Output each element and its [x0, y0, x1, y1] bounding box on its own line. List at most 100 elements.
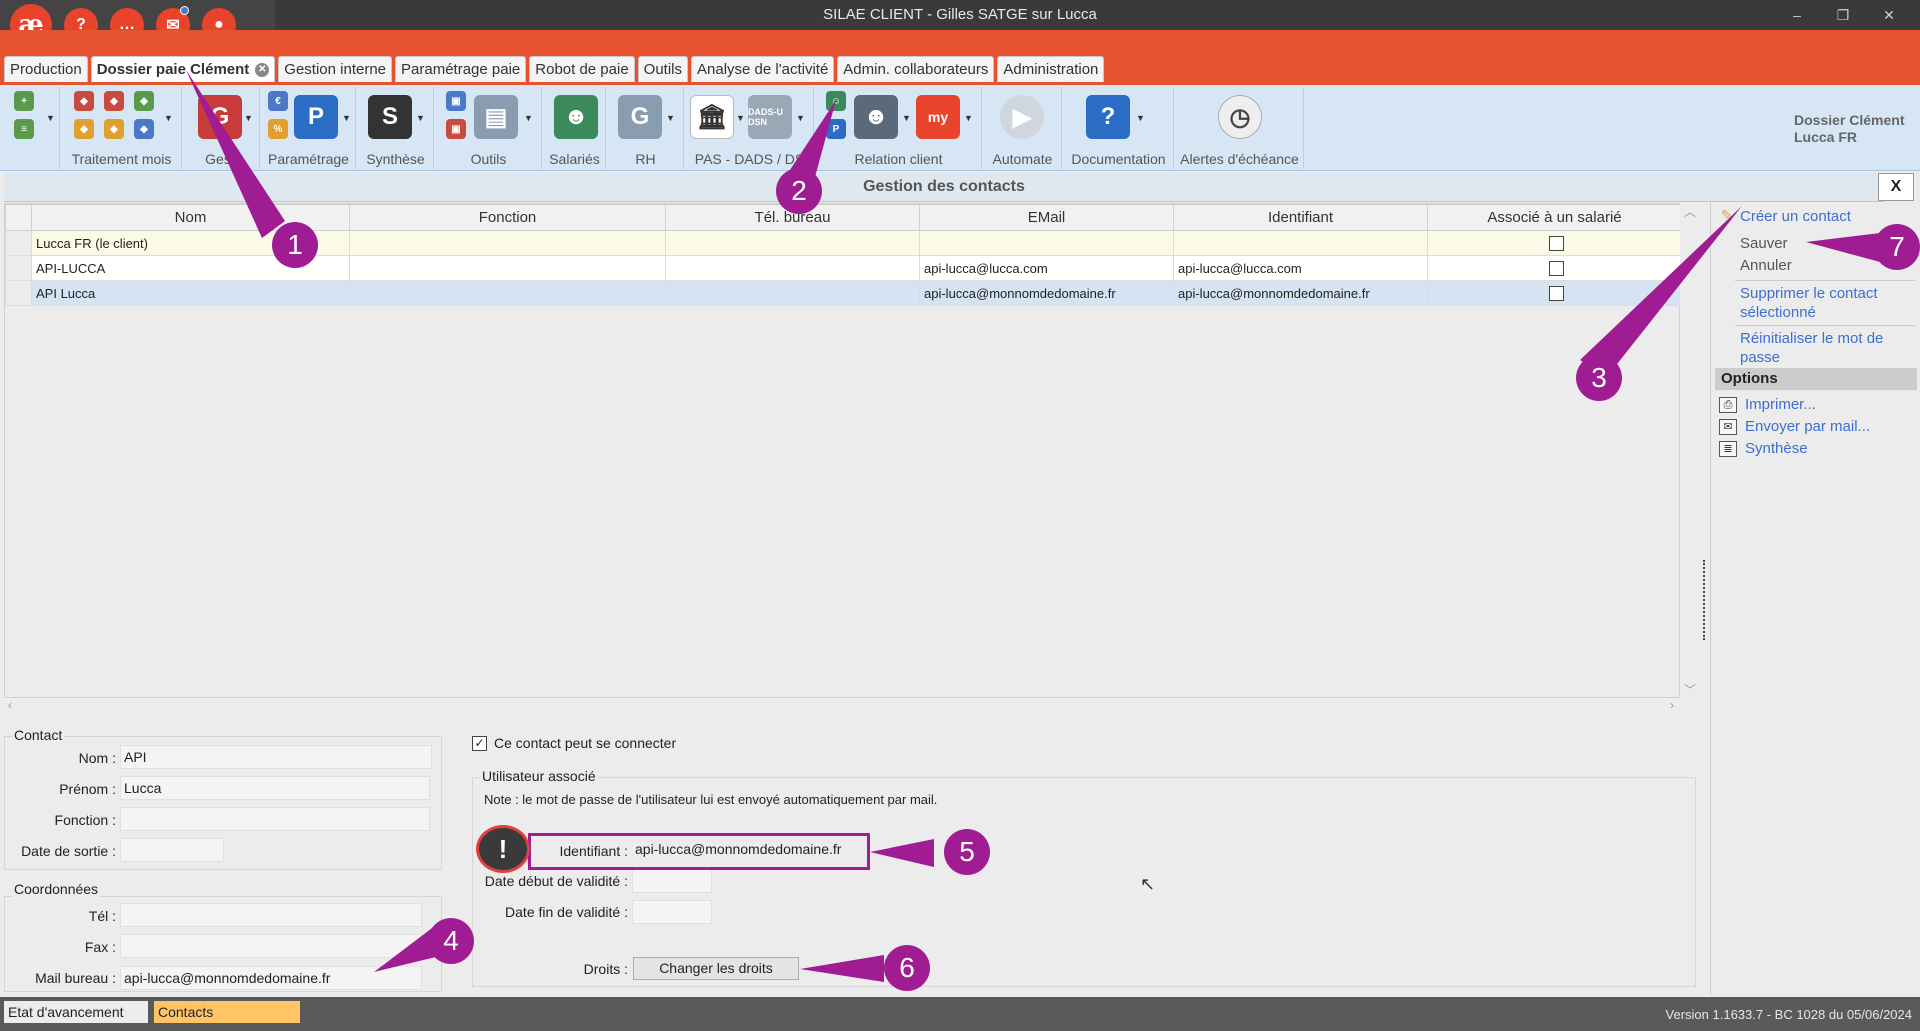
employees-icon[interactable]: ☻ [554, 95, 598, 139]
close-icon[interactable]: ✕ [1866, 2, 1912, 28]
table-row[interactable]: API Lucca api-lucca@monnomdedomaine.fr a… [5, 280, 1682, 306]
tab-gestion-interne[interactable]: Gestion interne [278, 56, 393, 82]
date-debut-field[interactable] [632, 869, 712, 893]
row-selector[interactable] [5, 255, 32, 281]
ribbon-group-label: Documentation [1071, 151, 1166, 167]
can-login-checkbox[interactable]: ✓ [472, 736, 487, 751]
play-icon[interactable]: ▶ [1000, 95, 1044, 139]
tel-field[interactable] [120, 903, 422, 927]
p-icon[interactable]: P [294, 95, 338, 139]
change-rights-button[interactable]: Changer les droits [633, 957, 799, 980]
book-icon[interactable]: ? [1086, 95, 1130, 139]
table-row[interactable]: Lucca FR (le client) [5, 230, 1682, 256]
column-header-fonction[interactable]: Fonction [349, 204, 666, 231]
tools-icon[interactable]: ▤ [474, 95, 518, 139]
column-header-associe[interactable]: Associé à un salarié [1427, 204, 1682, 231]
chevron-down-icon[interactable]: ▼ [666, 113, 675, 123]
status-tab-avancement[interactable]: Etat d'avancement [4, 1001, 148, 1023]
row-selector[interactable] [5, 280, 32, 306]
g-icon[interactable]: G [198, 95, 242, 139]
chevron-down-icon[interactable]: ▼ [524, 113, 533, 123]
hr-icon[interactable]: G [618, 95, 662, 139]
contact-icon[interactable]: ☺ [826, 91, 846, 111]
scroll-down-icon[interactable]: ﹀ [1684, 681, 1696, 698]
create-contact-link[interactable]: Créer un contact [1740, 207, 1851, 226]
tool-icon[interactable]: ▣ [446, 119, 466, 139]
pencil-icon: ✎ [1721, 207, 1733, 223]
doc-icon[interactable]: ◆ [134, 119, 154, 139]
list-icon[interactable]: ≡ [14, 119, 34, 139]
dads-icon[interactable]: DADS-U DSN [748, 95, 792, 139]
column-header-identifiant[interactable]: Identifiant [1173, 204, 1428, 231]
tab-parametrage-paie[interactable]: Paramétrage paie [395, 56, 527, 82]
delete-contact-link[interactable]: Supprimer le contact sélectionné [1740, 284, 1910, 322]
doc-icon[interactable]: ◆ [104, 91, 124, 111]
table-row[interactable]: API-LUCCA api-lucca@lucca.com api-lucca@… [5, 255, 1682, 281]
tab-production[interactable]: Production [4, 56, 88, 82]
restore-icon[interactable]: ❐ [1820, 2, 1866, 28]
associe-checkbox[interactable] [1549, 285, 1564, 301]
tool-icon[interactable]: ▣ [446, 91, 466, 111]
cancel-link[interactable]: Annuler [1740, 256, 1792, 275]
ribbon: + ≡ ▼ ◆ ◆ ◆ ◆ ◆ ◆ ▼ Traitement mois G ▼ … [0, 85, 1920, 171]
bank-icon[interactable]: 🏛 [690, 95, 734, 139]
send-mail-option[interactable]: ✉ Envoyer par mail... [1719, 418, 1870, 435]
tab-robot-paie[interactable]: Robot de paie [529, 56, 635, 82]
close-tab-icon[interactable]: ✕ [255, 62, 270, 77]
chevron-down-icon[interactable]: ▼ [244, 113, 253, 123]
chevron-down-icon[interactable]: ▼ [796, 113, 805, 123]
doc-icon[interactable]: ◆ [74, 119, 94, 139]
horizontal-scrollbar[interactable]: ‹ › [4, 698, 1680, 716]
associe-checkbox[interactable] [1549, 235, 1564, 251]
scroll-right-icon[interactable]: › [1670, 698, 1674, 712]
fax-field[interactable] [120, 934, 422, 958]
reset-password-link[interactable]: Réinitialiser le mot de passe [1740, 329, 1910, 367]
doc-icon[interactable]: ◆ [74, 91, 94, 111]
print-option[interactable]: ⎙ Imprimer... [1719, 396, 1816, 413]
window-title: SILAE CLIENT - Gilles SATGE sur Lucca [823, 6, 1097, 23]
column-header-email[interactable]: EMail [919, 204, 1174, 231]
euro-icon[interactable]: € [268, 91, 288, 111]
tab-dossier-paie[interactable]: Dossier paie Clément ✕ [90, 56, 276, 82]
tab-outils[interactable]: Outils [637, 56, 689, 82]
p-small-icon[interactable]: P [826, 119, 846, 139]
doc-icon[interactable]: ◆ [134, 91, 154, 111]
chevron-down-icon[interactable]: ▼ [164, 113, 173, 123]
chevron-down-icon[interactable]: ▼ [736, 113, 745, 123]
date-fin-field[interactable] [632, 900, 712, 924]
prenom-field[interactable]: Lucca [120, 776, 430, 800]
row-selector[interactable] [5, 230, 32, 256]
percent-icon[interactable]: % [268, 119, 288, 139]
synthesis-icon[interactable]: S [368, 95, 412, 139]
chevron-down-icon[interactable]: ▼ [1136, 113, 1145, 123]
chevron-down-icon[interactable]: ▼ [964, 113, 973, 123]
scroll-up-icon[interactable]: ︿ [1684, 203, 1696, 220]
doc-icon[interactable]: ◆ [104, 119, 124, 139]
scroll-left-icon[interactable]: ‹ [8, 698, 12, 712]
note-text: Note : le mot de passe de l'utilisateur … [484, 792, 938, 807]
fonction-field[interactable] [120, 807, 430, 831]
add-icon[interactable]: + [14, 91, 34, 111]
chevron-down-icon[interactable]: ▼ [342, 113, 351, 123]
save-link[interactable]: Sauver [1740, 234, 1788, 253]
tab-admin-collab[interactable]: Admin. collaborateurs [837, 56, 995, 82]
mail-bureau-field[interactable]: api-lucca@monnomdedomaine.fr [120, 966, 422, 990]
panel-splitter[interactable] [1703, 560, 1707, 640]
vertical-scrollbar[interactable]: ︿ ﹀ [1680, 203, 1700, 698]
clock-icon[interactable]: ◷ [1218, 95, 1262, 139]
status-tab-contacts[interactable]: Contacts [154, 1001, 300, 1023]
chevron-down-icon[interactable]: ▼ [416, 113, 425, 123]
chevron-down-icon[interactable]: ▼ [46, 113, 55, 123]
close-section-button[interactable]: X [1878, 173, 1914, 201]
chevron-down-icon[interactable]: ▼ [902, 113, 911, 123]
nom-field[interactable]: API [120, 745, 432, 769]
minimize-icon[interactable]: – [1774, 2, 1820, 28]
date-sortie-field[interactable] [120, 838, 224, 862]
tab-administration[interactable]: Administration [997, 56, 1105, 82]
synthesis-option[interactable]: ≣ Synthèse [1719, 440, 1808, 457]
contact-legend: Contact [12, 727, 65, 743]
clients-icon[interactable]: ☻ [854, 95, 898, 139]
myae-icon[interactable]: my [916, 95, 960, 139]
associe-checkbox[interactable] [1549, 260, 1564, 276]
tab-analyse[interactable]: Analyse de l'activité [691, 56, 835, 82]
